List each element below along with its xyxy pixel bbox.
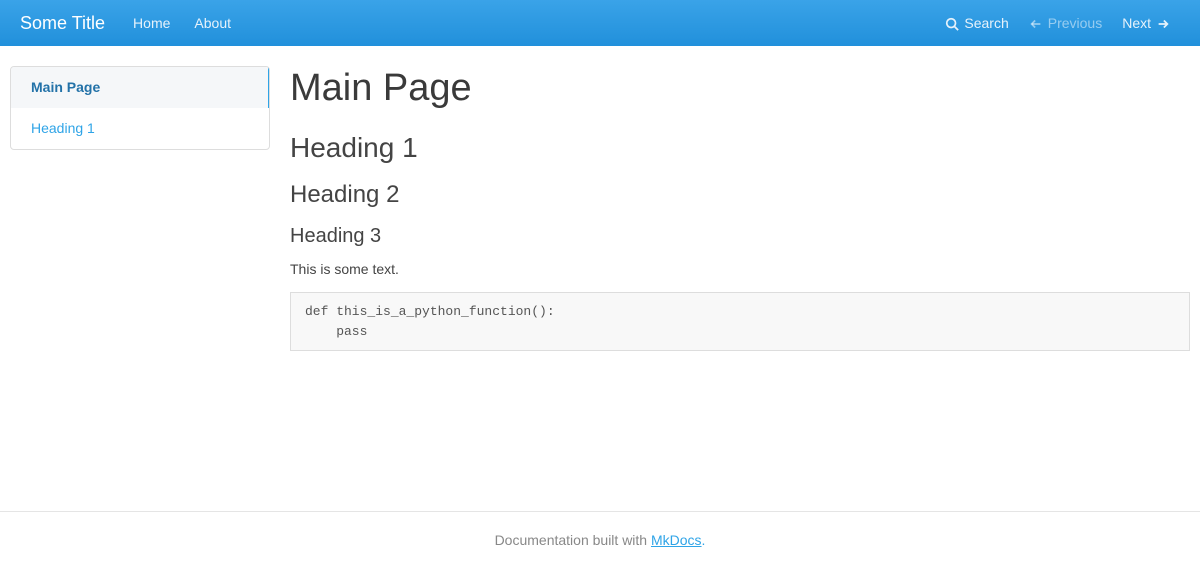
heading-2: Heading 2 [290,177,1190,213]
content: Main Page Heading 1 Heading 2 Heading 3 … [290,66,1190,351]
brand-title[interactable]: Some Title [20,10,119,37]
previous-label: Previous [1048,13,1102,34]
next-button[interactable]: Next [1112,1,1180,46]
toc-item-main-page[interactable]: Main Page [11,67,270,108]
toc-item-heading-1[interactable]: Heading 1 [11,108,269,149]
body-text: This is some text. [290,259,1190,280]
navbar-left: Some Title Home About [20,1,241,46]
main-container: Main Page Heading 1 Main Page Heading 1 … [10,46,1190,351]
search-label: Search [964,13,1008,34]
toc-box: Main Page Heading 1 [10,66,270,150]
next-label: Next [1122,13,1151,34]
page-title: Main Page [290,60,1190,117]
navbar-right: Search Previous Next [935,1,1180,46]
search-button[interactable]: Search [935,1,1018,46]
navbar: Some Title Home About Search Previous [0,0,1200,46]
nav-link-about[interactable]: About [184,1,241,46]
nav-link-home[interactable]: Home [123,1,180,46]
footer: Documentation built with MkDocs. [0,511,1200,569]
heading-3: Heading 3 [290,221,1190,251]
footer-text-prefix: Documentation built with [495,532,651,548]
search-icon [945,13,959,34]
footer-suffix: . [702,532,706,548]
code-block: def this_is_a_python_function(): pass [290,292,1190,351]
footer-link-mkdocs[interactable]: MkDocs [651,532,702,548]
sidebar: Main Page Heading 1 [10,66,290,351]
previous-button: Previous [1019,1,1112,46]
arrow-left-icon [1029,13,1043,34]
arrow-right-icon [1156,13,1170,34]
heading-1: Heading 1 [290,127,1190,169]
